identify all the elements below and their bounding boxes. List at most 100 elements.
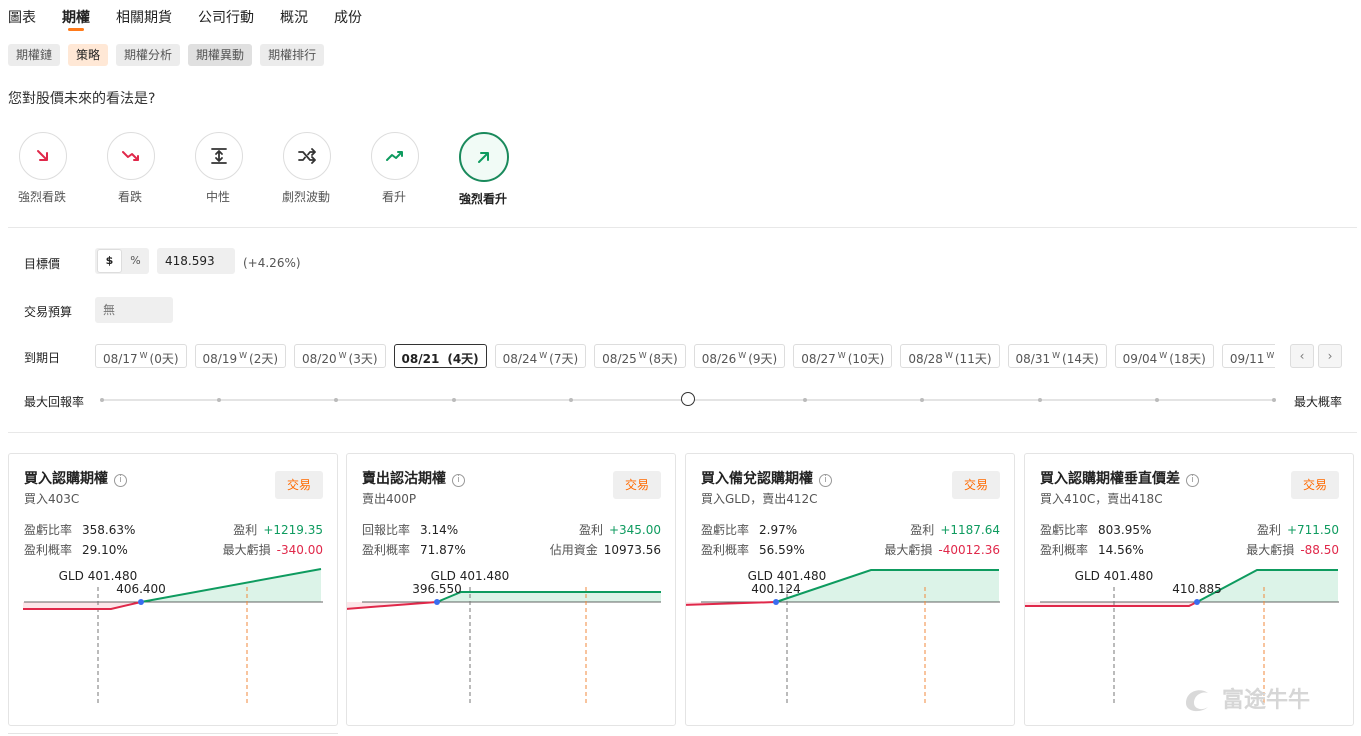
slider-thumb[interactable] bbox=[681, 392, 695, 406]
sentiment-bearish[interactable]: 看跌 bbox=[106, 132, 194, 207]
expiry-date-chip[interactable]: 08/31 W (14天) bbox=[1007, 344, 1107, 368]
profit-area bbox=[437, 592, 661, 602]
weekly-marker: W bbox=[139, 351, 148, 360]
expiry-date-chip[interactable]: 08/27 W (10天) bbox=[793, 344, 893, 368]
sentiment-volatile[interactable]: 劇烈波動 bbox=[282, 132, 370, 207]
strategy-card: 買入備兌認購期權 i 買入GLD，賣出412C 交易 盈虧比率 2.97% 盈利概率… bbox=[685, 453, 1015, 726]
expiry-date: 08/25 bbox=[602, 352, 637, 366]
weekly-marker: W bbox=[1266, 351, 1275, 360]
subtab-unusual-activity[interactable]: 期權異動 bbox=[188, 44, 253, 66]
metric-loss-or-capital: 最大虧損 -340.00 bbox=[222, 543, 323, 557]
slider-right-label: 最大概率 bbox=[1294, 395, 1343, 409]
payoff-chart: GLD 401.480400.124 bbox=[686, 569, 1000, 706]
trade-button[interactable]: 交易 bbox=[952, 471, 1000, 499]
top-nav: 圖表 期權 相關期貨 公司行動 概況 成份 bbox=[8, 0, 388, 32]
expiry-days: (3天) bbox=[348, 352, 378, 366]
shuffle-volatile-icon bbox=[283, 132, 331, 180]
expiry-date-chip[interactable]: 08/25 W (8天) bbox=[594, 344, 686, 368]
subtab-option-ranking[interactable]: 期權排行 bbox=[260, 44, 325, 66]
weekly-marker: W bbox=[239, 351, 248, 360]
current-price-label: GLD 401.480 bbox=[748, 569, 827, 583]
payoff-chart: GLD 401.480396.550 bbox=[347, 569, 661, 706]
slider-tick bbox=[1272, 398, 1276, 402]
tab-overview[interactable]: 概況 bbox=[280, 0, 308, 32]
current-price-label: GLD 401.480 bbox=[1075, 569, 1154, 583]
expiry-date-chip[interactable]: 08/20 W (3天) bbox=[294, 344, 386, 368]
target-price-label: 目標價 bbox=[24, 257, 61, 271]
subtab-strategy[interactable]: 策略 bbox=[68, 44, 109, 66]
strategy-title: 買入認購期權 i bbox=[24, 468, 127, 488]
expiry-date-chip[interactable]: 09/04 W (18天) bbox=[1114, 344, 1214, 368]
sentiment-label: 劇烈波動 bbox=[282, 190, 331, 204]
divider bbox=[8, 733, 338, 734]
weekly-marker: W bbox=[1052, 351, 1061, 360]
loss-area bbox=[686, 602, 776, 605]
expiry-date-chip[interactable]: 08/19 W (2天) bbox=[194, 344, 287, 368]
expiry-prev-button[interactable]: ‹ bbox=[1290, 344, 1314, 368]
expiry-days: (10天) bbox=[847, 352, 885, 366]
strategy-card: 賣出認沽期權 i 賣出400P 交易 回報比率 3.14% 盈利概率 71.87% 盈… bbox=[346, 453, 676, 726]
target-price-input[interactable] bbox=[157, 248, 235, 274]
sentiment-bullish[interactable]: 看升 bbox=[370, 132, 458, 207]
sentiment-label: 看跌 bbox=[117, 190, 142, 204]
bearish-trend-icon bbox=[107, 132, 155, 180]
trade-button[interactable]: 交易 bbox=[613, 471, 661, 499]
subtab-option-chain[interactable]: 期權鏈 bbox=[8, 44, 61, 66]
breakeven-point bbox=[138, 599, 144, 605]
expiry-days: (4天) bbox=[447, 352, 479, 366]
unit-percent-button[interactable]: % bbox=[122, 248, 149, 274]
strategy-legs: 買入410C，賣出418C bbox=[1040, 492, 1163, 506]
sentiment-label: 看升 bbox=[381, 190, 406, 204]
metric-loss-or-capital: 最大虧損 -40012.36 bbox=[884, 543, 1000, 557]
subtab-option-analysis[interactable]: 期權分析 bbox=[116, 44, 181, 66]
budget-select[interactable]: 無 bbox=[95, 297, 173, 323]
expiry-days: (2天) bbox=[249, 352, 279, 366]
info-icon[interactable]: i bbox=[114, 474, 127, 487]
unit-toggle: $ % bbox=[95, 248, 149, 274]
expiry-date-chip[interactable]: 08/21 (4天) bbox=[393, 344, 487, 368]
info-icon[interactable]: i bbox=[1186, 474, 1199, 487]
tab-options[interactable]: 期權 bbox=[62, 0, 90, 32]
metric-loss-or-capital: 最大虧損 -88.50 bbox=[1246, 543, 1339, 557]
info-icon[interactable]: i bbox=[452, 474, 465, 487]
chevron-right-icon: › bbox=[1327, 349, 1333, 363]
expiry-days: (9天) bbox=[748, 352, 778, 366]
expiry-date-chip[interactable]: 09/11W(25天) bbox=[1221, 344, 1275, 368]
expiry-date: 08/27 bbox=[801, 352, 836, 366]
expiry-date: 08/28 bbox=[908, 352, 943, 366]
expiry-next-button[interactable]: › bbox=[1318, 344, 1342, 368]
expiry-date-list: 08/17 W (0天) 08/19 W (2天) 08/20 W (3天) 08/21 (4天) 0… bbox=[95, 344, 1275, 368]
expiry-date-chip[interactable]: 08/24 W (7天) bbox=[494, 344, 587, 368]
breakeven-label: 400.124 bbox=[751, 582, 801, 596]
breakeven-label: 396.550 bbox=[412, 582, 462, 596]
expiry-date-chip[interactable]: 08/26 W (9天) bbox=[693, 344, 786, 368]
sentiment-strong-bullish[interactable]: 強烈看升 bbox=[458, 132, 546, 207]
tab-related-futures[interactable]: 相關期貨 bbox=[116, 0, 172, 32]
sentiment-strong-bearish[interactable]: 強烈看跌 bbox=[18, 132, 106, 207]
info-icon[interactable]: i bbox=[819, 474, 832, 487]
strategy-title: 買入備兌認購期權 i bbox=[701, 468, 832, 488]
futu-watermark: 富途牛牛 bbox=[1182, 682, 1310, 714]
metric-profit: 盈利 +711.50 bbox=[1256, 523, 1339, 537]
expiry-label: 到期日 bbox=[24, 351, 61, 365]
sentiment-neutral[interactable]: 中性 bbox=[194, 132, 282, 207]
expiry-date: 09/11 bbox=[1229, 352, 1265, 366]
unit-dollar-button[interactable]: $ bbox=[97, 249, 122, 273]
loss-area bbox=[347, 602, 437, 609]
tab-constituents[interactable]: 成份 bbox=[334, 0, 362, 32]
target-price-change: (+4.26%) bbox=[243, 256, 301, 270]
tab-corporate-actions[interactable]: 公司行動 bbox=[198, 0, 254, 32]
trade-button[interactable]: 交易 bbox=[1291, 471, 1339, 499]
strategy-legs: 買入GLD，賣出412C bbox=[701, 492, 818, 506]
slider-tick bbox=[1037, 398, 1042, 402]
expiry-date: 08/26 bbox=[701, 352, 737, 366]
strategy-legs: 賣出400P bbox=[362, 492, 417, 506]
tab-chart[interactable]: 圖表 bbox=[8, 0, 36, 32]
divider bbox=[8, 432, 1357, 433]
trade-button[interactable]: 交易 bbox=[275, 471, 323, 499]
sentiment-label: 中性 bbox=[205, 190, 230, 204]
return-probability-slider[interactable] bbox=[100, 392, 1276, 406]
expiry-date-chip[interactable]: 08/28 W (11天) bbox=[900, 344, 1000, 368]
expiry-date: 08/21 bbox=[401, 352, 440, 366]
expiry-date-chip[interactable]: 08/17 W (0天) bbox=[95, 344, 187, 368]
